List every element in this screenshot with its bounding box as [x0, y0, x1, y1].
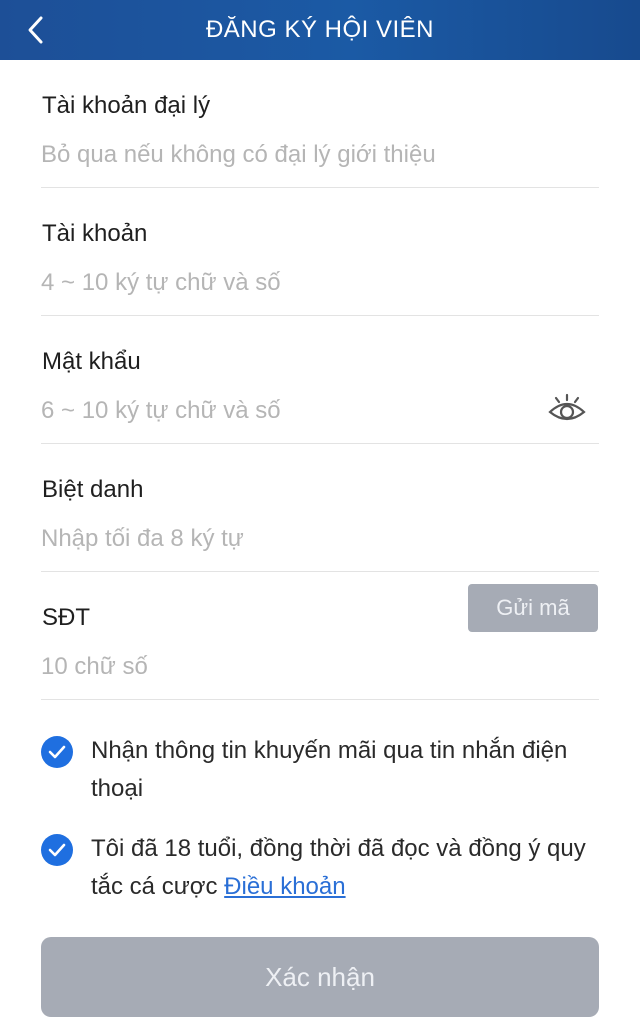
agent-account-input[interactable]	[41, 138, 511, 172]
promo-consent-text: Nhận thông tin khuyến mãi qua tin nhắn đ…	[91, 737, 568, 802]
nickname-input[interactable]	[41, 522, 511, 556]
confirm-button[interactable]: Xác nhận	[41, 937, 599, 1017]
phone-input[interactable]	[41, 650, 441, 684]
agent-account-label: Tài khoản đại lý	[42, 92, 211, 119]
account-label: Tài khoản	[42, 220, 148, 247]
password-input[interactable]	[41, 394, 511, 428]
page-title: ĐĂNG KÝ HỘI VIÊN	[205, 16, 435, 43]
terms-consent-row: Tôi đã 18 tuổi, đồng thời đã đọc và đồng…	[41, 830, 601, 906]
terms-consent-text: Tôi đã 18 tuổi, đồng thời đã đọc và đồng…	[91, 830, 601, 906]
agent-account-field: Tài khoản đại lý	[41, 60, 599, 188]
phone-label: SĐT	[42, 604, 90, 631]
terms-link[interactable]: Điều khoản	[224, 873, 345, 900]
eye-icon	[548, 393, 586, 421]
promo-consent-row: Nhận thông tin khuyến mãi qua tin nhắn đ…	[41, 732, 601, 808]
toggle-password-visibility[interactable]	[547, 392, 587, 428]
header-bar: ĐĂNG KÝ HỘI VIÊN	[0, 0, 640, 60]
account-input[interactable]	[41, 266, 511, 300]
back-button[interactable]	[18, 12, 54, 48]
password-label: Mật khẩu	[42, 348, 141, 375]
terms-checkbox[interactable]	[41, 834, 73, 866]
promo-checkbox[interactable]	[41, 736, 73, 768]
chevron-left-icon	[28, 16, 43, 44]
checkmark-icon	[48, 843, 66, 857]
send-code-button[interactable]: Gửi mã	[468, 584, 598, 632]
nickname-label: Biệt danh	[42, 476, 144, 503]
nickname-field: Biệt danh	[41, 444, 599, 572]
password-field: Mật khẩu	[41, 316, 599, 444]
account-field: Tài khoản	[41, 188, 599, 316]
checkmark-icon	[48, 745, 66, 759]
